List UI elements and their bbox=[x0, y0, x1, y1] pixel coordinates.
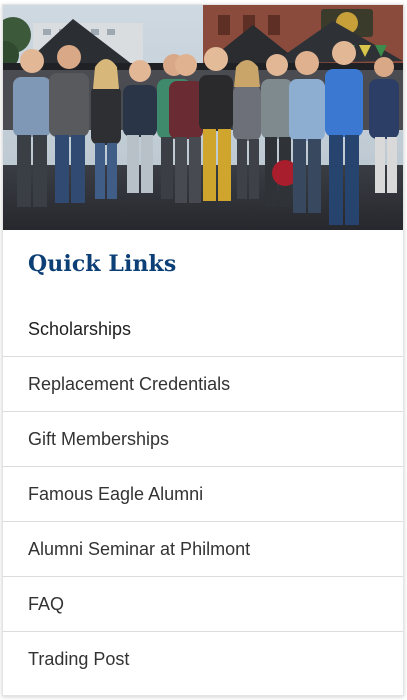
quick-link-label[interactable]: Scholarships bbox=[28, 319, 131, 340]
quick-link-gift-memberships[interactable]: Gift Memberships bbox=[3, 412, 403, 467]
quick-links-heading: Quick Links bbox=[28, 251, 177, 277]
quick-link-trading-post[interactable]: Trading Post bbox=[3, 632, 403, 687]
quick-link-alumni-seminar[interactable]: Alumni Seminar at Philmont bbox=[3, 522, 403, 577]
alumni-group-photo bbox=[3, 5, 403, 230]
quick-link-famous-eagle-alumni[interactable]: Famous Eagle Alumni bbox=[3, 467, 403, 522]
quick-links-list: Scholarships Replacement Credentials Gif… bbox=[3, 302, 403, 687]
quick-links-card: Quick Links Scholarships Replacement Cre… bbox=[2, 4, 404, 696]
quick-link-faq[interactable]: FAQ bbox=[3, 577, 403, 632]
quick-link-label[interactable]: Trading Post bbox=[28, 649, 129, 670]
quick-link-label[interactable]: Famous Eagle Alumni bbox=[28, 484, 203, 505]
quick-link-scholarships[interactable]: Scholarships bbox=[3, 302, 403, 357]
quick-link-label[interactable]: Alumni Seminar at Philmont bbox=[28, 539, 250, 560]
quick-link-label[interactable]: FAQ bbox=[28, 594, 64, 615]
quick-link-replacement-credentials[interactable]: Replacement Credentials bbox=[3, 357, 403, 412]
quick-link-label[interactable]: Gift Memberships bbox=[28, 429, 169, 450]
quick-link-label[interactable]: Replacement Credentials bbox=[28, 374, 230, 395]
